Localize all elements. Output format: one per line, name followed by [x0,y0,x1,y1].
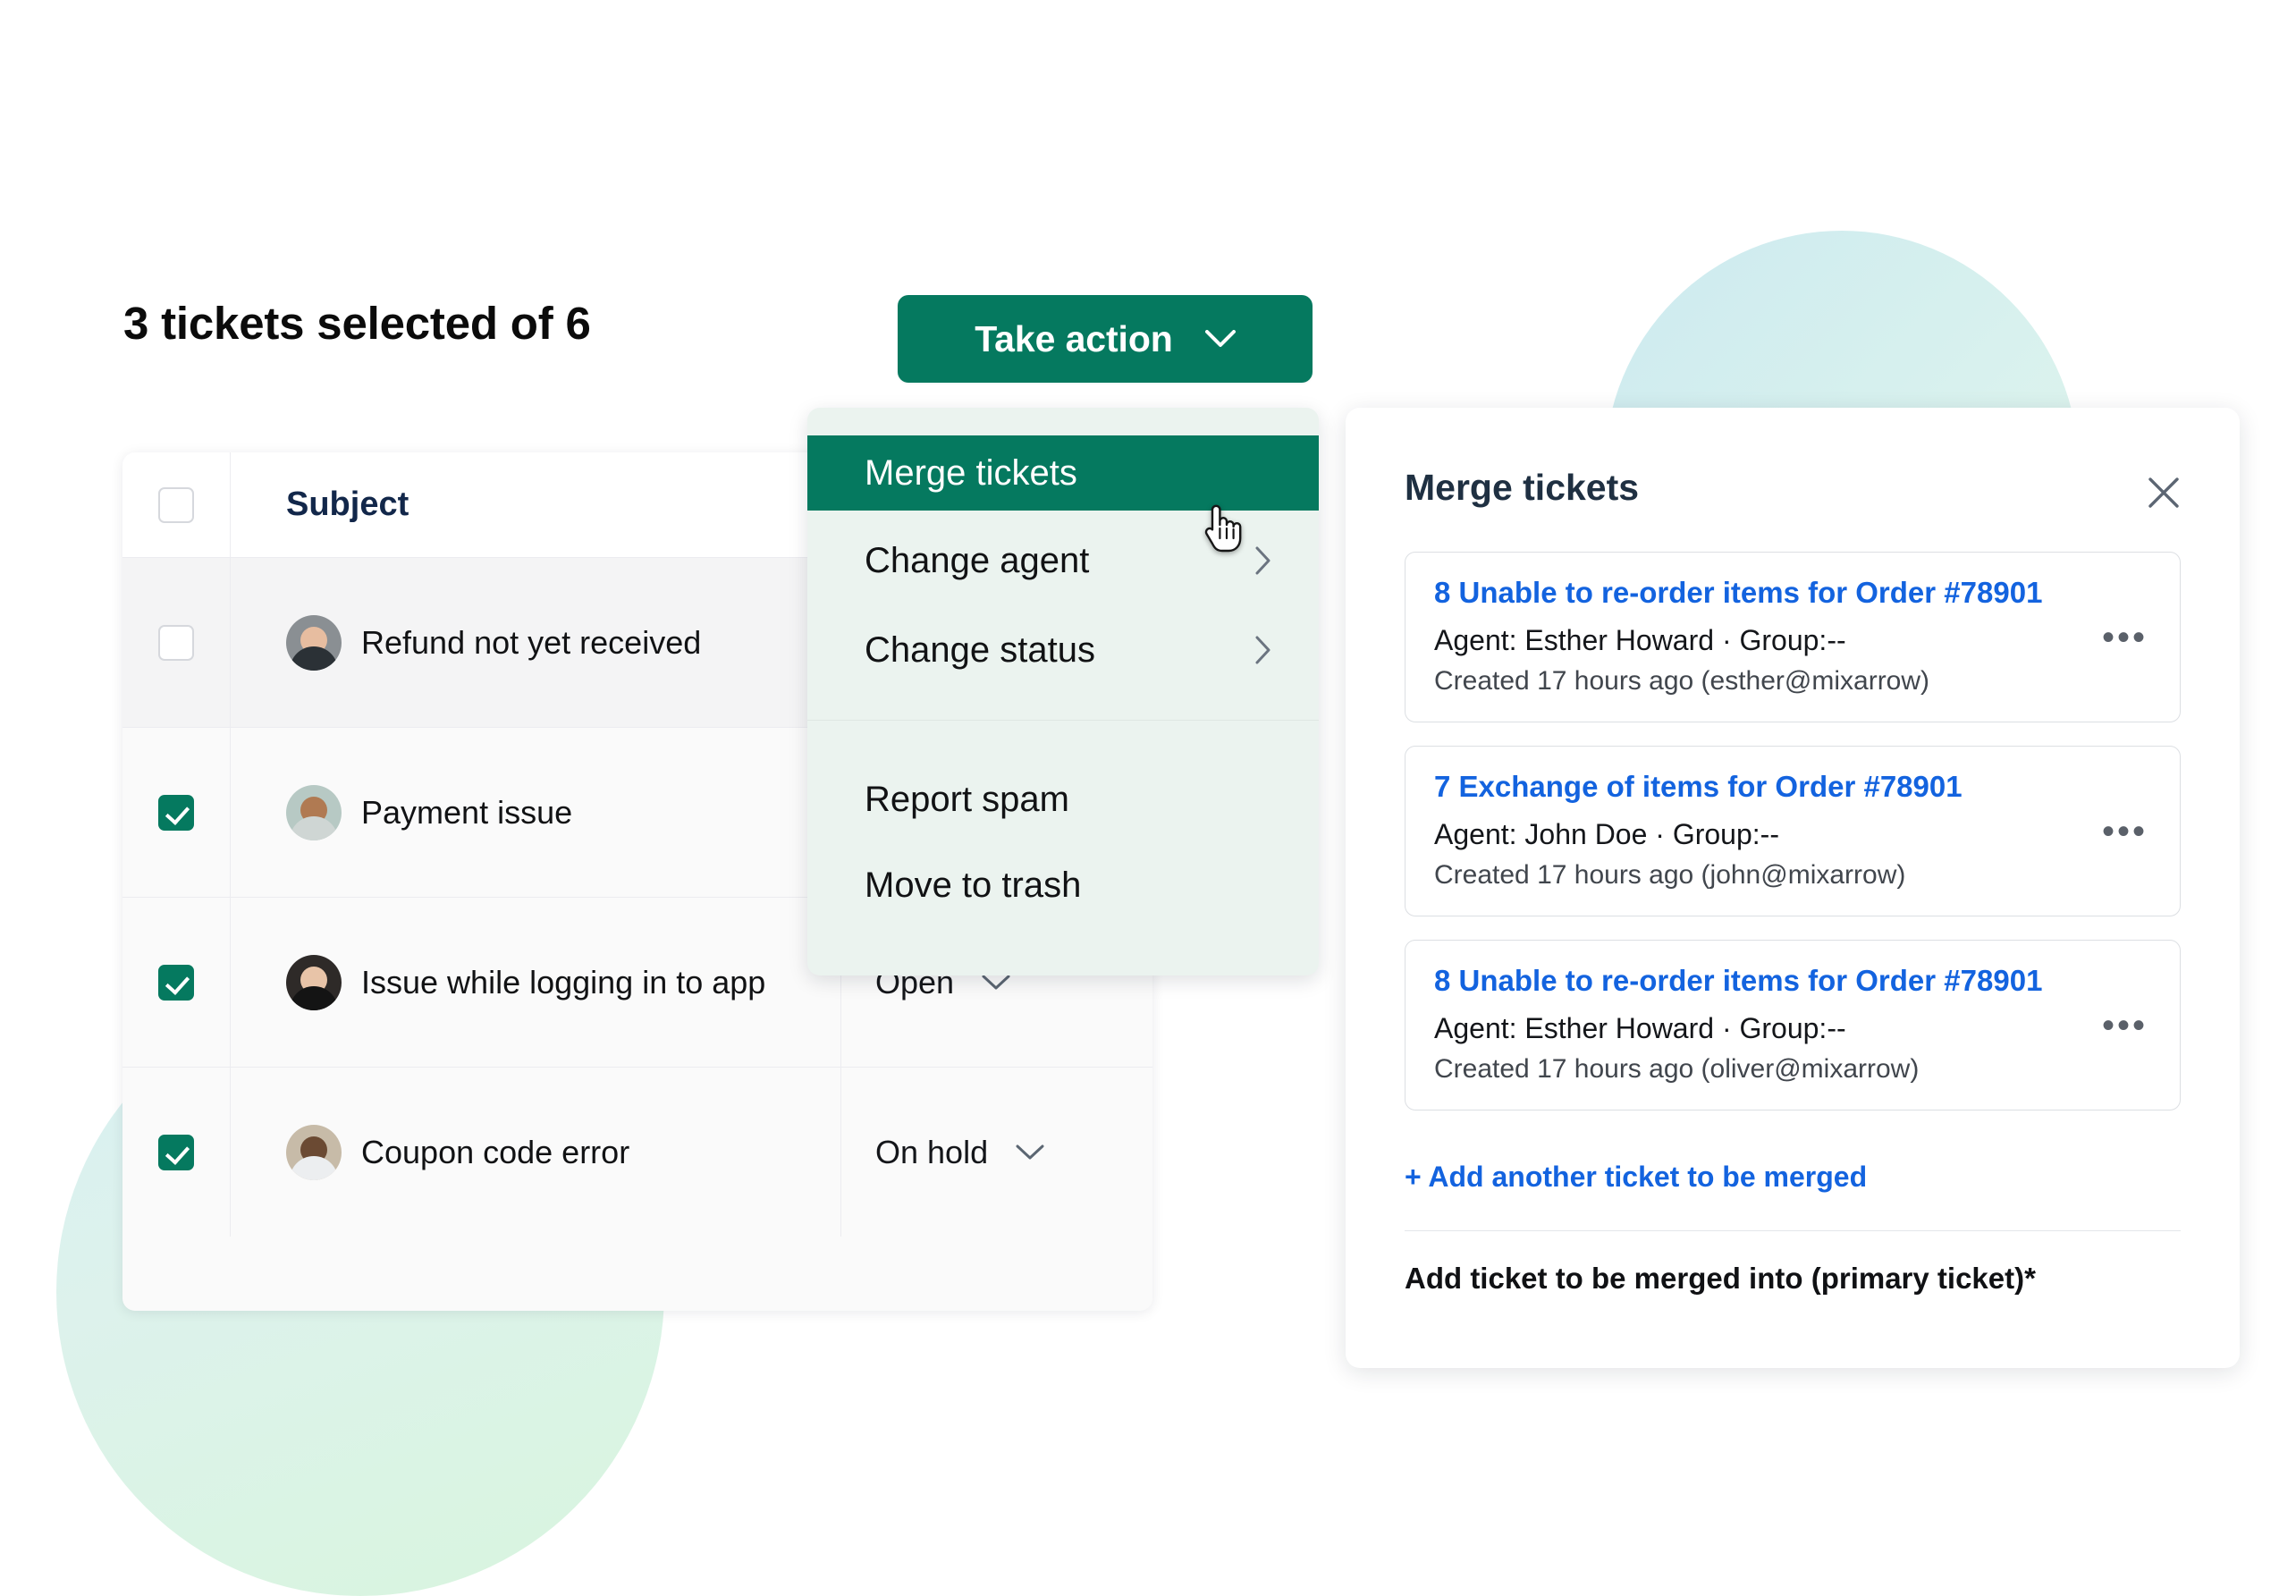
take-action-button[interactable]: Take action [898,295,1313,383]
add-another-ticket-link[interactable]: + Add another ticket to be merged [1405,1161,1867,1194]
panel-divider [1405,1230,2181,1231]
menu-item-label: Move to trash [865,865,1082,905]
primary-ticket-label: Add ticket to be merged into (primary ti… [1405,1262,2036,1295]
merge-panel-title: Merge tickets [1405,467,1640,508]
row-status-label: On hold [875,1133,989,1170]
row-subject-label: Refund not yet received [361,623,702,661]
merge-tickets-panel: Merge tickets 8 Unable to re-order items… [1346,408,2240,1368]
avatar [286,1124,342,1180]
menu-item-change-status[interactable]: Change status [807,614,1319,686]
row-subject-label: Issue while logging in to app [361,963,766,1001]
merge-ticket-title[interactable]: 7 Exchange of items for Order #78901 [1434,770,2151,804]
close-icon[interactable] [2147,476,2181,510]
more-options-icon[interactable]: ••• [2102,1008,2148,1043]
avatar [286,614,342,671]
table-row[interactable]: Coupon code error On hold [122,1068,1152,1237]
row-select-cell [122,558,231,727]
chevron-down-icon[interactable] [981,974,1011,992]
row-subject-cell: Payment issue [231,728,841,897]
column-header-subject: Subject [286,486,409,523]
menu-item-label: Change agent [865,540,1090,580]
row-checkbox[interactable] [158,964,194,1001]
merge-ticket-agent: Agent: Esther Howard · Group:-- [1434,624,1846,656]
row-select-cell [122,1068,231,1237]
row-select-cell [122,898,231,1067]
chevron-down-icon [1204,330,1236,348]
menu-item-label: Change status [865,629,1095,670]
page-title: 3 tickets selected of 6 [123,298,591,349]
row-status-cell[interactable]: On hold [841,1068,1152,1237]
chevron-down-icon[interactable] [1015,1144,1045,1161]
merge-ticket-card[interactable]: 8 Unable to re-order items for Order #78… [1405,940,2181,1110]
take-action-label: Take action [975,317,1173,359]
take-action-dropdown-menu: Merge tickets Change agent Change status… [807,408,1319,975]
menu-item-change-agent[interactable]: Change agent [807,525,1319,596]
merge-ticket-created: Created 17 hours ago (esther@mixarrow) [1434,666,1930,696]
row-checkbox[interactable] [158,1134,194,1170]
merge-ticket-created: Created 17 hours ago (john@mixarrow) [1434,860,1906,890]
chevron-right-icon [1254,635,1272,665]
more-options-icon[interactable]: ••• [2102,620,2148,655]
merge-ticket-title[interactable]: 8 Unable to re-order items for Order #78… [1434,964,2151,998]
avatar [286,784,342,840]
merge-ticket-card[interactable]: 7 Exchange of items for Order #78901 Age… [1405,746,2181,916]
row-subject-cell: Coupon code error [231,1068,841,1237]
row-subject-cell: Refund not yet received [231,558,841,727]
row-select-cell [122,728,231,897]
menu-item-move-to-trash[interactable]: Move to trash [807,849,1319,921]
select-all-checkbox[interactable] [158,486,194,523]
avatar [286,954,342,1010]
menu-divider [807,720,1319,721]
merge-ticket-title[interactable]: 8 Unable to re-order items for Order #78… [1434,576,2151,610]
merge-ticket-list: 8 Unable to re-order items for Order #78… [1405,552,2181,1134]
select-all-cell [122,452,231,557]
row-checkbox[interactable] [158,794,194,831]
menu-item-merge-tickets[interactable]: Merge tickets [807,435,1319,511]
merge-ticket-created: Created 17 hours ago (oliver@mixarrow) [1434,1054,1920,1084]
merge-ticket-agent: Agent: Esther Howard · Group:-- [1434,1012,1846,1044]
row-subject-label: Coupon code error [361,1133,630,1170]
menu-item-report-spam[interactable]: Report spam [807,764,1319,835]
merge-ticket-card[interactable]: 8 Unable to re-order items for Order #78… [1405,552,2181,722]
chevron-right-icon [1254,545,1272,576]
merge-ticket-agent: Agent: John Doe · Group:-- [1434,818,1779,850]
row-subject-label: Payment issue [361,793,573,831]
menu-item-label: Report spam [865,779,1069,819]
more-options-icon[interactable]: ••• [2102,814,2148,849]
menu-item-label: Merge tickets [865,452,1077,493]
row-subject-cell: Issue while logging in to app [231,898,841,1067]
row-checkbox[interactable] [158,624,194,661]
